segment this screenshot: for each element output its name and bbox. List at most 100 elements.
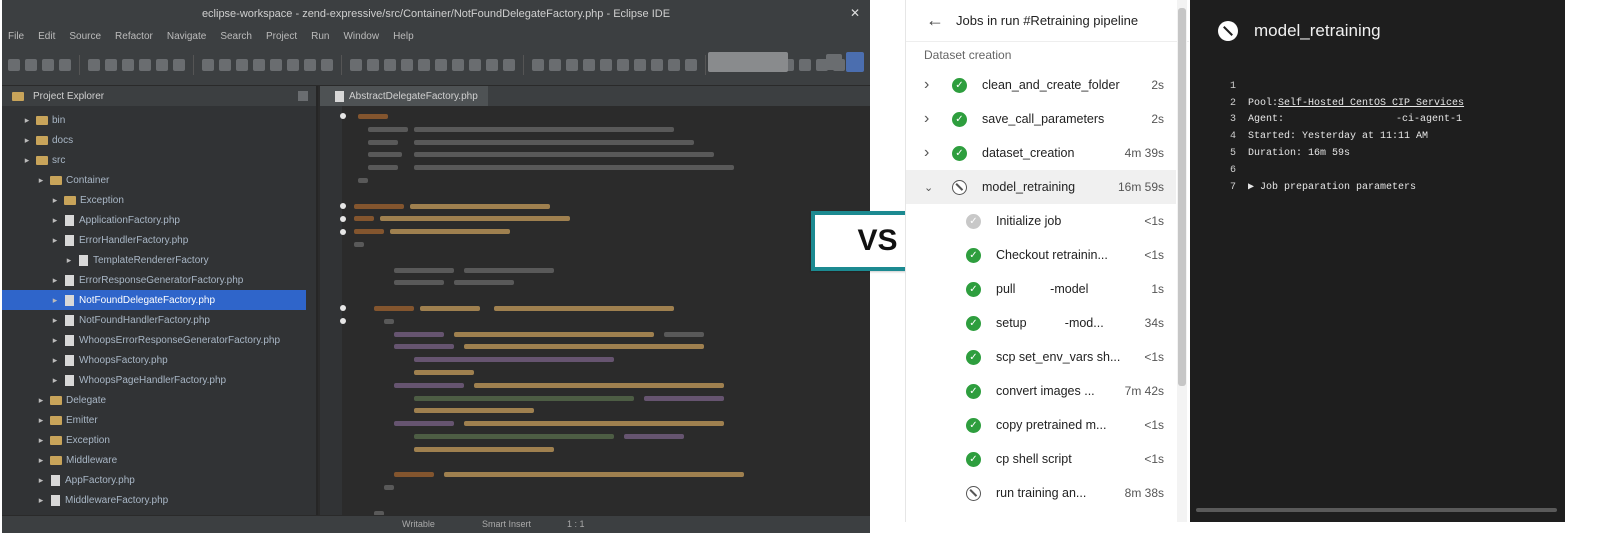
job-preparation-toggle[interactable]: ▶ Job preparation parameters xyxy=(1248,181,1416,193)
toolbar-button-icon[interactable] xyxy=(287,58,299,71)
tree-item[interactable]: ▸ Exception xyxy=(2,190,316,210)
tree-item[interactable]: ▸ ErrorResponseGeneratorFactory.php xyxy=(2,270,316,290)
toolbar-button-icon[interactable] xyxy=(600,58,612,71)
job-row[interactable]: › ✓ save_call_parameters 2s xyxy=(906,102,1176,136)
fold-marker-icon[interactable] xyxy=(340,113,346,120)
job-row[interactable]: › ✓ clean_and_create_folder 2s xyxy=(906,68,1176,102)
toolbar-button-icon[interactable] xyxy=(469,58,481,71)
job-row[interactable]: ✓ copy pretrained m... <1s xyxy=(906,408,1176,442)
expand-arrow-icon[interactable]: ▸ xyxy=(64,255,74,266)
expand-arrow-icon[interactable]: ▸ xyxy=(50,355,60,366)
toolbar-button-icon[interactable] xyxy=(435,58,447,71)
expand-arrow-icon[interactable]: ▸ xyxy=(50,295,60,306)
job-row[interactable]: ✓ pull -model 1s xyxy=(906,272,1176,306)
menu-item-source[interactable]: Source xyxy=(69,31,101,42)
toolbar-button-icon[interactable] xyxy=(583,58,595,71)
job-row[interactable]: › ✓ dataset_creation 4m 39s xyxy=(906,136,1176,170)
tree-item[interactable]: ▸ docs xyxy=(2,130,316,150)
menu-item-project[interactable]: Project xyxy=(266,31,297,42)
expand-arrow-icon[interactable]: ▸ xyxy=(22,155,32,166)
tree-item[interactable]: ▸ WhoopsErrorResponseGeneratorFactory.php xyxy=(2,330,316,350)
tree-item[interactable]: ▸ AppFactory.php xyxy=(2,470,316,490)
fold-marker-icon[interactable] xyxy=(340,318,346,325)
tree-item[interactable]: ▸ MiddlewareFactory.php xyxy=(2,490,316,510)
php-perspective-icon[interactable] xyxy=(846,52,864,72)
expand-arrow-icon[interactable]: ▸ xyxy=(36,395,46,406)
toolbar-button-icon[interactable] xyxy=(253,58,265,71)
toolbar-button-icon[interactable] xyxy=(418,58,430,71)
tree-item[interactable]: ▸ bin xyxy=(2,110,316,130)
job-row[interactable]: run training an... 8m 38s xyxy=(906,476,1176,510)
chevron-right-icon[interactable]: › xyxy=(924,144,929,162)
expand-arrow-icon[interactable]: ▸ xyxy=(36,175,46,186)
toolbar-button-icon[interactable] xyxy=(321,58,333,71)
expand-arrow-icon[interactable]: ▸ xyxy=(36,495,46,506)
menu-item-window[interactable]: Window xyxy=(343,31,379,42)
code-area[interactable] xyxy=(340,110,860,516)
quick-access-input[interactable] xyxy=(708,52,788,72)
tree-item[interactable]: ▸ Emitter xyxy=(2,410,316,430)
expand-arrow-icon[interactable]: ▸ xyxy=(50,375,60,386)
fold-marker-icon[interactable] xyxy=(340,202,346,209)
tree-item[interactable]: ▸ Middleware xyxy=(2,450,316,470)
expand-arrow-icon[interactable]: ▸ xyxy=(50,195,60,206)
tree-item[interactable]: ▸ NotFoundHandlerFactory.php xyxy=(2,310,316,330)
toolbar-button-icon[interactable] xyxy=(401,58,413,71)
job-row[interactable]: ⌄ model_retraining 16m 59s xyxy=(906,170,1176,204)
tree-item[interactable]: ▸ Delegate xyxy=(2,390,316,410)
toolbar-button-icon[interactable] xyxy=(549,58,561,71)
log-horizontal-scrollbar[interactable] xyxy=(1196,508,1557,512)
toolbar-button-icon[interactable] xyxy=(59,58,71,71)
tree-item[interactable]: ▸ TemplateRendererFactory xyxy=(2,250,316,270)
expand-arrow-icon[interactable]: ▸ xyxy=(36,455,46,466)
toolbar-button-icon[interactable] xyxy=(566,58,578,71)
menu-item-navigate[interactable]: Navigate xyxy=(167,31,206,42)
job-row[interactable]: ✓ scp set_env_vars sh... <1s xyxy=(906,340,1176,374)
toolbar-button-icon[interactable] xyxy=(219,58,231,71)
toolbar-button-icon[interactable] xyxy=(685,58,697,71)
menu-item-help[interactable]: Help xyxy=(393,31,414,42)
tree-item[interactable]: ▸ ErrorHandlerFactory.php xyxy=(2,230,316,250)
expand-arrow-icon[interactable]: ▸ xyxy=(50,335,60,346)
jobs-scrollbar[interactable] xyxy=(1177,0,1187,522)
toolbar-button-icon[interactable] xyxy=(367,58,379,71)
minimize-icon[interactable] xyxy=(298,91,308,101)
toolbar-button-icon[interactable] xyxy=(634,58,646,71)
toolbar-button-icon[interactable] xyxy=(88,58,100,71)
toolbar-button-icon[interactable] xyxy=(668,58,680,71)
toolbar-button-icon[interactable] xyxy=(503,58,515,71)
tree-item[interactable]: ▸ WhoopsPageHandlerFactory.php xyxy=(2,370,316,390)
toolbar-button-icon[interactable] xyxy=(105,58,117,71)
job-row[interactable]: ✓ Checkout retrainin... <1s xyxy=(906,238,1176,272)
menu-item-file[interactable]: File xyxy=(8,31,24,42)
close-icon[interactable]: ✕ xyxy=(850,6,860,20)
expand-arrow-icon[interactable]: ▸ xyxy=(36,415,46,426)
tab-editor-file[interactable]: AbstractDelegateFactory.php xyxy=(320,86,488,106)
expand-arrow-icon[interactable]: ▸ xyxy=(50,215,60,226)
toolbar-button-icon[interactable] xyxy=(452,58,464,71)
chevron-down-icon[interactable]: ⌄ xyxy=(924,181,933,194)
toolbar-button-icon[interactable] xyxy=(42,58,54,71)
menu-item-run[interactable]: Run xyxy=(311,31,329,42)
perspective-icon[interactable] xyxy=(826,54,842,70)
menu-item-edit[interactable]: Edit xyxy=(38,31,55,42)
toolbar-button-icon[interactable] xyxy=(384,58,396,71)
menu-item-search[interactable]: Search xyxy=(220,31,252,42)
expand-arrow-icon[interactable]: ▸ xyxy=(50,235,60,246)
fold-marker-icon[interactable] xyxy=(340,215,346,222)
jobs-scroll-thumb[interactable] xyxy=(1178,8,1186,386)
toolbar-button-icon[interactable] xyxy=(532,58,544,71)
toolbar-button-icon[interactable] xyxy=(350,58,362,71)
fold-marker-icon[interactable] xyxy=(340,228,346,235)
toolbar-button-icon[interactable] xyxy=(202,58,214,71)
job-row[interactable]: ✓ Initialize job <1s xyxy=(906,204,1176,238)
expand-arrow-icon[interactable]: ▸ xyxy=(50,275,60,286)
toolbar-button-icon[interactable] xyxy=(617,58,629,71)
tree-item[interactable]: ▸ WhoopsFactory.php xyxy=(2,350,316,370)
toolbar-button-icon[interactable] xyxy=(25,58,37,71)
chevron-right-icon[interactable]: › xyxy=(924,110,929,128)
expand-arrow-icon[interactable]: ▸ xyxy=(36,435,46,446)
toolbar-button-icon[interactable] xyxy=(486,58,498,71)
toolbar-button-icon[interactable] xyxy=(8,58,20,71)
expand-arrow-icon[interactable]: ▸ xyxy=(22,135,32,146)
